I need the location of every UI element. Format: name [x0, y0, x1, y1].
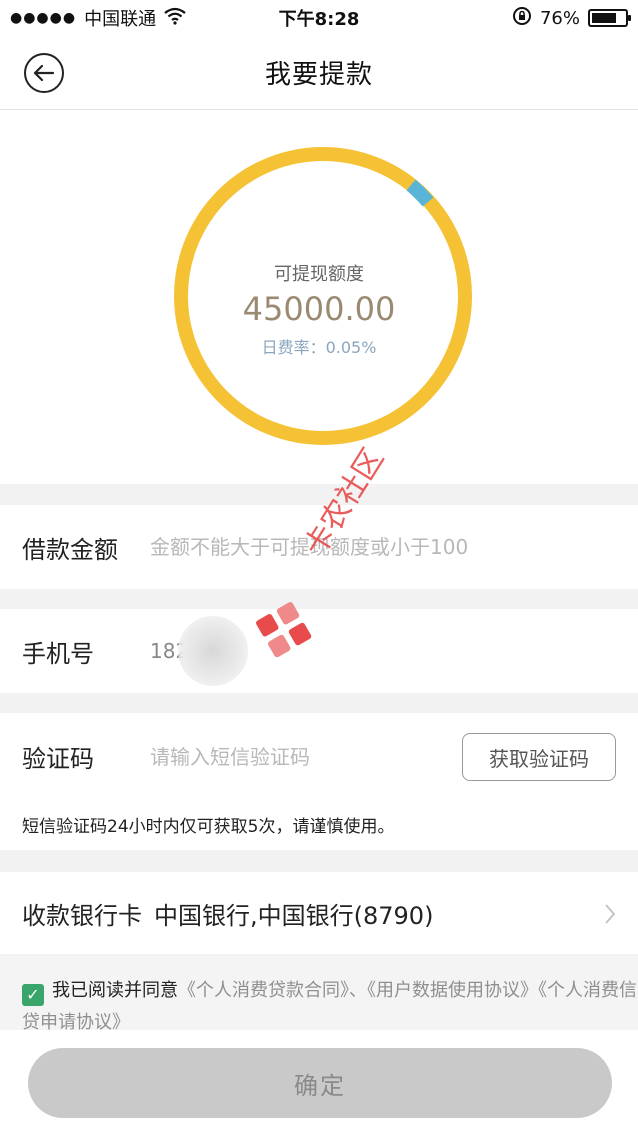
agreement-text: 我已阅读并同意 — [52, 980, 178, 1001]
contract-link[interactable]: 《个人消费贷款合同》 — [178, 980, 349, 1001]
phone-redaction — [178, 616, 249, 686]
back-arrow-icon — [33, 64, 55, 82]
ring-accent — [406, 179, 434, 207]
loan-amount-input[interactable] — [150, 535, 590, 559]
wifi-icon — [164, 7, 186, 30]
sms-code-row: 验证码 获取验证码 — [0, 713, 638, 800]
sms-code-input[interactable] — [150, 744, 430, 769]
agreement-checkbox[interactable]: ✓ — [22, 984, 44, 1006]
phone-label: 手机号 — [22, 639, 94, 668]
confirm-button[interactable]: 确定 — [28, 1048, 612, 1118]
agreement: ✓ 我已阅读并同意《个人消费贷款合同》、《用户数据使用协议》《个人消费信贷申请协议… — [0, 955, 638, 1030]
bank-card-row[interactable]: 收款银行卡 中国银行,中国银行(8790) — [0, 872, 638, 954]
bank-card-label: 收款银行卡 — [22, 901, 142, 930]
signal-icon: ●●●●● — [10, 10, 77, 26]
rotation-lock-icon — [512, 6, 532, 31]
sms-note: 短信验证码24小时内仅可获取5次，请谨慎使用。 — [0, 800, 638, 850]
loan-amount-row: 借款金额 — [0, 505, 638, 589]
chevron-right-icon — [604, 902, 616, 932]
data-usage-link[interactable]: 《用户数据使用协议》 — [367, 980, 538, 1001]
agreement-separator: 、 — [349, 980, 367, 1001]
nav-bar: 我要提款 — [0, 36, 638, 110]
credit-amount: 45000.00 — [242, 290, 396, 328]
status-right: 76% — [388, 6, 631, 31]
back-button[interactable] — [24, 53, 64, 93]
sms-code-label: 验证码 — [22, 745, 94, 773]
credit-ring-section: 可提现额度 45000.00 日费率：0.05% — [0, 110, 638, 484]
bottom-bar: 确定 — [0, 1030, 638, 1136]
credit-info: 可提现额度 45000.00 日费率：0.05% — [169, 260, 469, 358]
credit-label: 可提现额度 — [274, 264, 364, 285]
page: ●●●●● 中国联通 下午8:28 76% 我要提款 可提现额度 45000.0… — [0, 0, 638, 1136]
phone-row: 手机号 182 — [0, 609, 638, 693]
bank-card-name: 中国银行,中国银行(8790) — [154, 901, 434, 930]
daily-rate: 日费率：0.05% — [261, 338, 377, 357]
page-title: 我要提款 — [264, 60, 373, 90]
carrier-label: 中国联通 — [84, 9, 157, 30]
battery-percent: 76% — [539, 7, 580, 29]
status-left: ●●●●● 中国联通 — [10, 5, 250, 31]
get-code-button[interactable]: 获取验证码 — [462, 733, 616, 781]
status-bar: ●●●●● 中国联通 下午8:28 76% — [0, 0, 638, 36]
battery-fill — [592, 13, 617, 23]
status-time: 下午8:28 — [278, 9, 360, 30]
battery-icon — [588, 9, 631, 27]
loan-amount-label: 借款金额 — [22, 535, 118, 564]
